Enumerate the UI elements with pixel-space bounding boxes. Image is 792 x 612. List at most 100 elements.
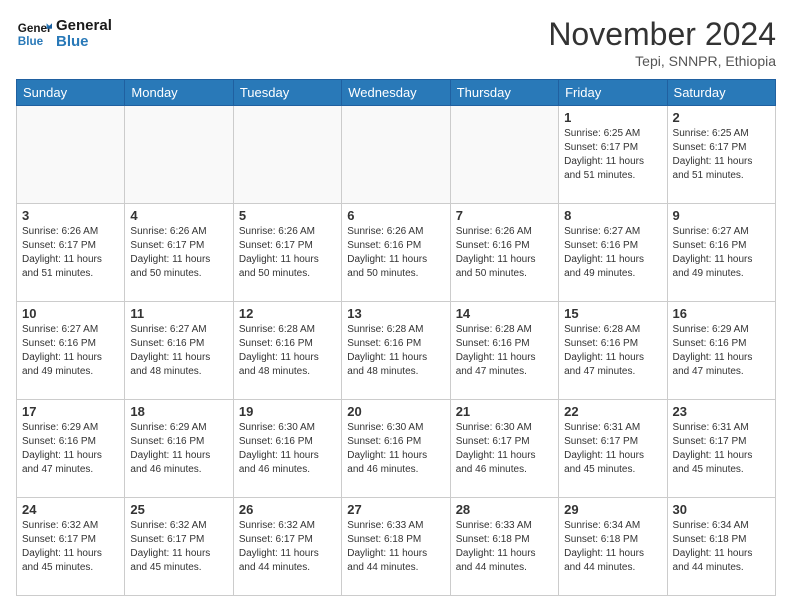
- day-info: Sunrise: 6:25 AM Sunset: 6:17 PM Dayligh…: [673, 127, 770, 183]
- calendar-cell: 2 Sunrise: 6:25 AM Sunset: 6:17 PM Daylig…: [667, 106, 775, 204]
- calendar-header: Sunday Monday Tuesday Wednesday Thursday…: [17, 80, 776, 106]
- calendar-cell: 19Sunrise: 6:30 AM Sunset: 6:16 PM Dayli…: [233, 400, 341, 498]
- calendar-cell: 14Sunrise: 6:28 AM Sunset: 6:16 PM Dayli…: [450, 302, 558, 400]
- calendar-cell: 21 Sunrise: 6:30 AM Sunset: 6:17 PM Dayli…: [450, 400, 558, 498]
- day-number: 21: [456, 404, 553, 419]
- header: General Blue General Blue November 2024 …: [16, 16, 776, 69]
- svg-text:Blue: Blue: [18, 35, 44, 48]
- day-info: Sunrise: 6:29 AM Sunset: 6:16 PM Dayligh…: [130, 421, 227, 477]
- calendar-cell: [450, 106, 558, 204]
- day-number: 15: [564, 306, 661, 321]
- day-info: Sunrise: 6:34 AM Sunset: 6:18 PM Dayligh…: [673, 519, 770, 575]
- day-number: 30: [673, 502, 770, 517]
- day-info: Sunrise: 6:27 AM Sunset: 6:16 PM Dayligh…: [673, 225, 770, 281]
- day-info: Sunrise: 6:32 AM Sunset: 6:17 PM Dayligh…: [239, 519, 336, 575]
- calendar-cell: 3 Sunrise: 6:26 AM Sunset: 6:17 PM Daylig…: [17, 204, 125, 302]
- day-info: Sunrise: 6:32 AM Sunset: 6:17 PM Dayligh…: [22, 519, 119, 575]
- day-number: 5: [239, 208, 336, 223]
- day-info: Sunrise: 6:26 AM Sunset: 6:17 PM Dayligh…: [239, 225, 336, 281]
- day-info: Sunrise: 6:33 AM Sunset: 6:18 PM Dayligh…: [456, 519, 553, 575]
- month-title: November 2024: [548, 16, 776, 53]
- calendar-cell: 18 Sunrise: 6:29 AM Sunset: 6:16 PM Dayli…: [125, 400, 233, 498]
- day-number: 17: [22, 404, 119, 419]
- calendar-cell: 6 Sunrise: 6:26 AM Sunset: 6:16 PM Daylig…: [342, 204, 450, 302]
- calendar-cell: 7 Sunrise: 6:26 AM Sunset: 6:16 PM Daylig…: [450, 204, 558, 302]
- calendar-cell: 24Sunrise: 6:32 AM Sunset: 6:17 PM Dayli…: [17, 498, 125, 596]
- day-info: Sunrise: 6:34 AM Sunset: 6:18 PM Dayligh…: [564, 519, 661, 575]
- day-number: 23: [673, 404, 770, 419]
- day-info: Sunrise: 6:30 AM Sunset: 6:17 PM Dayligh…: [456, 421, 553, 477]
- calendar-cell: [342, 106, 450, 204]
- calendar-cell: 26 Sunrise: 6:32 AM Sunset: 6:17 PM Dayli…: [233, 498, 341, 596]
- day-info: Sunrise: 6:26 AM Sunset: 6:16 PM Dayligh…: [347, 225, 444, 281]
- day-number: 16: [673, 306, 770, 321]
- calendar-week-5: 24Sunrise: 6:32 AM Sunset: 6:17 PM Dayli…: [17, 498, 776, 596]
- th-thursday: Thursday: [450, 80, 558, 106]
- calendar-cell: 1Sunrise: 6:25 AM Sunset: 6:17 PM Daylig…: [559, 106, 667, 204]
- day-number: 18: [130, 404, 227, 419]
- day-info: Sunrise: 6:29 AM Sunset: 6:16 PM Dayligh…: [673, 323, 770, 379]
- calendar-week-3: 10 Sunrise: 6:27 AM Sunset: 6:16 PM Dayli…: [17, 302, 776, 400]
- day-number: 11: [130, 306, 227, 321]
- calendar-cell: 29 Sunrise: 6:34 AM Sunset: 6:18 PM Dayli…: [559, 498, 667, 596]
- day-number: 12: [239, 306, 336, 321]
- th-monday: Monday: [125, 80, 233, 106]
- day-info: Sunrise: 6:28 AM Sunset: 6:16 PM Dayligh…: [347, 323, 444, 379]
- calendar-cell: [17, 106, 125, 204]
- day-info: Sunrise: 6:27 AM Sunset: 6:16 PM Dayligh…: [22, 323, 119, 379]
- calendar-cell: 28 Sunrise: 6:33 AM Sunset: 6:18 PM Dayli…: [450, 498, 558, 596]
- day-info: Sunrise: 6:27 AM Sunset: 6:16 PM Dayligh…: [130, 323, 227, 379]
- calendar-week-4: 17 Sunrise: 6:29 AM Sunset: 6:16 PM Dayli…: [17, 400, 776, 498]
- calendar-cell: 20 Sunrise: 6:30 AM Sunset: 6:16 PM Dayli…: [342, 400, 450, 498]
- logo-text-blue: Blue: [56, 34, 112, 51]
- calendar-cell: 17 Sunrise: 6:29 AM Sunset: 6:16 PM Dayli…: [17, 400, 125, 498]
- calendar-cell: 4 Sunrise: 6:26 AM Sunset: 6:17 PM Daylig…: [125, 204, 233, 302]
- day-number: 9: [673, 208, 770, 223]
- calendar-cell: [125, 106, 233, 204]
- day-info: Sunrise: 6:31 AM Sunset: 6:17 PM Dayligh…: [564, 421, 661, 477]
- day-info: Sunrise: 6:30 AM Sunset: 6:16 PM Dayligh…: [347, 421, 444, 477]
- day-info: Sunrise: 6:27 AM Sunset: 6:16 PM Dayligh…: [564, 225, 661, 281]
- day-info: Sunrise: 6:31 AM Sunset: 6:17 PM Dayligh…: [673, 421, 770, 477]
- calendar-table: Sunday Monday Tuesday Wednesday Thursday…: [16, 79, 776, 596]
- day-number: 22: [564, 404, 661, 419]
- calendar-cell: 22 Sunrise: 6:31 AM Sunset: 6:17 PM Dayli…: [559, 400, 667, 498]
- day-number: 7: [456, 208, 553, 223]
- calendar-cell: 13 Sunrise: 6:28 AM Sunset: 6:16 PM Dayli…: [342, 302, 450, 400]
- day-info: Sunrise: 6:26 AM Sunset: 6:17 PM Dayligh…: [130, 225, 227, 281]
- calendar-cell: 23 Sunrise: 6:31 AM Sunset: 6:17 PM Dayli…: [667, 400, 775, 498]
- day-number: 10: [22, 306, 119, 321]
- calendar-cell: 9 Sunrise: 6:27 AM Sunset: 6:16 PM Daylig…: [667, 204, 775, 302]
- calendar-cell: 16 Sunrise: 6:29 AM Sunset: 6:16 PM Dayli…: [667, 302, 775, 400]
- day-number: 4: [130, 208, 227, 223]
- day-number: 2: [673, 110, 770, 125]
- th-saturday: Saturday: [667, 80, 775, 106]
- weekday-header-row: Sunday Monday Tuesday Wednesday Thursday…: [17, 80, 776, 106]
- th-tuesday: Tuesday: [233, 80, 341, 106]
- day-info: Sunrise: 6:28 AM Sunset: 6:16 PM Dayligh…: [564, 323, 661, 379]
- calendar-week-1: 1 Sunrise: 6:25 AM Sunset: 6:17 PM Daylig…: [17, 106, 776, 204]
- calendar-body: 1 Sunrise: 6:25 AM Sunset: 6:17 PM Daylig…: [17, 106, 776, 596]
- day-number: 29: [564, 502, 661, 517]
- day-number: 13: [347, 306, 444, 321]
- day-number: 14: [456, 306, 553, 321]
- day-number: 26: [239, 502, 336, 517]
- day-info: Sunrise: 6:28 AM Sunset: 6:16 PM Dayligh…: [239, 323, 336, 379]
- th-wednesday: Wednesday: [342, 80, 450, 106]
- day-number: 6: [347, 208, 444, 223]
- day-number: 27: [347, 502, 444, 517]
- day-info: Sunrise: 6:26 AM Sunset: 6:17 PM Dayligh…: [22, 225, 119, 281]
- day-info: Sunrise: 6:26 AM Sunset: 6:16 PM Dayligh…: [456, 225, 553, 281]
- day-number: 25: [130, 502, 227, 517]
- calendar-cell: 5 Sunrise: 6:26 AM Sunset: 6:17 PM Daylig…: [233, 204, 341, 302]
- day-info: Sunrise: 6:29 AM Sunset: 6:16 PM Dayligh…: [22, 421, 119, 477]
- day-info: Sunrise: 6:33 AM Sunset: 6:18 PM Dayligh…: [347, 519, 444, 575]
- location: Tepi, SNNPR, Ethiopia: [548, 53, 776, 69]
- calendar-cell: 12 Sunrise: 6:28 AM Sunset: 6:16 PM Dayli…: [233, 302, 341, 400]
- day-number: 3: [22, 208, 119, 223]
- day-number: 28: [456, 502, 553, 517]
- calendar-cell: 10 Sunrise: 6:27 AM Sunset: 6:16 PM Dayli…: [17, 302, 125, 400]
- calendar-week-2: 3 Sunrise: 6:26 AM Sunset: 6:17 PM Daylig…: [17, 204, 776, 302]
- day-number: 1: [564, 110, 661, 125]
- day-number: 20: [347, 404, 444, 419]
